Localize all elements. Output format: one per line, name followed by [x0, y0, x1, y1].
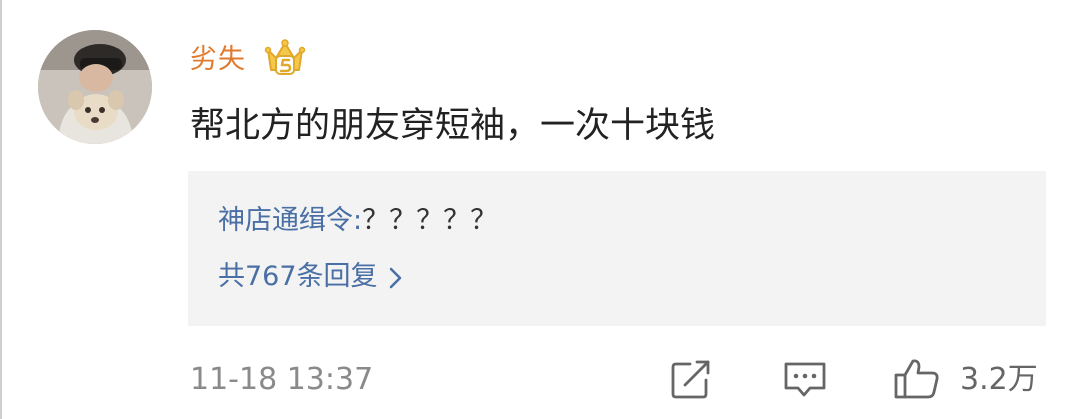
reply-preview-line: 神店通缉令:？？？？？ — [218, 201, 497, 241]
reply-preview[interactable]: 神店通缉令:？？？？？ 共767条回复 — [188, 171, 1046, 326]
username[interactable]: 劣失 — [190, 40, 246, 80]
comment-text: 帮北方的朋友穿短袖，一次十块钱 — [190, 106, 716, 146]
view-all-replies-link[interactable]: 共767条回复 — [218, 257, 404, 297]
thumbs-up-icon[interactable] — [893, 356, 943, 402]
crown-vip-icon — [264, 39, 306, 75]
avatar-image — [38, 30, 152, 144]
reply-author[interactable]: 神店通缉令 — [218, 205, 353, 236]
comment-icon[interactable] — [782, 356, 828, 402]
like-count: 3.2万 — [960, 362, 1038, 397]
chevron-right-icon — [389, 267, 401, 288]
reply-count-label: 共767条回复 — [218, 261, 378, 292]
timestamp: 11-18 13:37 — [190, 362, 374, 397]
share-icon[interactable] — [668, 356, 714, 402]
reply-text: ？？？？？ — [362, 205, 498, 236]
reply-separator: : — [353, 205, 363, 236]
frame-edge — [0, 0, 2, 419]
avatar[interactable] — [38, 30, 152, 144]
